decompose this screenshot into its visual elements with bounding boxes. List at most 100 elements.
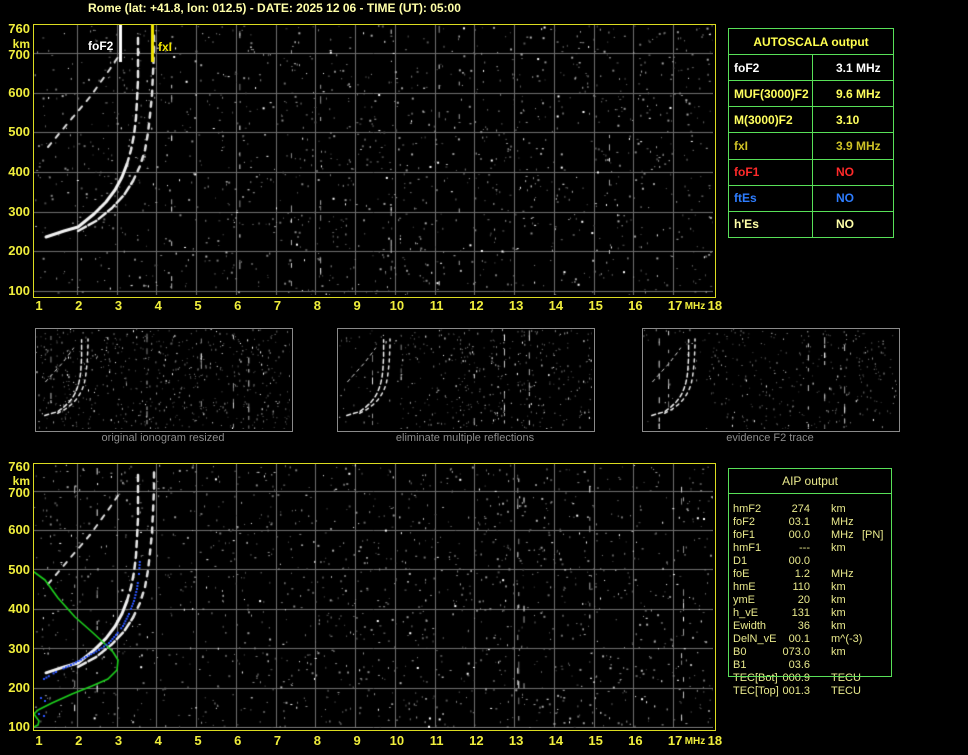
- aip-unit: m^(-3): [831, 633, 863, 645]
- aip-val: 1.2: [794, 568, 810, 580]
- thumbnail-f2-canvas: [643, 329, 897, 429]
- aip-row-ewidth: Ewidth 36 km: [728, 620, 892, 633]
- aip-unit: MHz: [831, 516, 854, 528]
- aip-name: hmF1: [733, 542, 762, 554]
- thumbnail-original-canvas: [36, 329, 290, 429]
- top-x-tick-15: 15: [588, 298, 603, 313]
- top-x-unit-label: MHz: [684, 301, 706, 312]
- bottom-y-tick-600: 600: [8, 522, 30, 537]
- aip-name: h_vE: [733, 607, 759, 619]
- bottom-y-tick-700: 700: [8, 485, 30, 500]
- aip-val: 20: [797, 594, 810, 606]
- caption-f2-trace: evidence F2 trace: [726, 432, 814, 444]
- aip-name: foF2: [733, 516, 756, 528]
- bottom-y-tick-760: 760: [8, 459, 30, 474]
- aip-row-yme: ymE 20 km: [728, 594, 892, 607]
- autoscala-row-ftes: ftEs NO: [729, 185, 893, 212]
- aip-unit: km: [831, 542, 846, 554]
- bottom-x-tick-5: 5: [194, 733, 202, 748]
- autoscala-row-label: foF2: [729, 55, 813, 81]
- aip-val: 03.6: [788, 659, 810, 671]
- top-x-tick-14: 14: [548, 298, 564, 313]
- autoscala-row-value: 9.6 MHz: [836, 86, 881, 101]
- thumbnail-multiple-reflections[interactable]: [337, 328, 595, 432]
- aip-row-hmf1: hmF1 --- km: [728, 542, 892, 555]
- top-ionogram-canvas[interactable]: [34, 25, 713, 295]
- fxi-marker-label: fxI: [158, 40, 173, 54]
- aip-row-b1: B1 03.6: [728, 659, 892, 672]
- fof2-marker-label: foF2: [88, 39, 114, 53]
- top-x-tick-17: 17: [667, 298, 683, 313]
- autoscala-row-muf3000f2: MUF(3000)F2 9.6 MHz: [729, 81, 893, 108]
- autoscala-row-value: NO: [836, 165, 854, 180]
- aip-row-fof2: foF2 03.1 MHz: [728, 516, 892, 529]
- autoscala-row-value: 3.10: [836, 112, 860, 127]
- bottom-y-tick-500: 500: [8, 562, 30, 577]
- aip-name: ymE: [733, 594, 755, 606]
- aip-name: hmE: [733, 581, 756, 593]
- bottom-x-tick-17: 17: [667, 733, 683, 748]
- aip-row-tecbot: TEC[Bot] 000.9 TECU: [728, 672, 892, 685]
- aip-val: 00.0: [788, 529, 810, 541]
- aip-row-hmf2: hmF2 274 km: [728, 503, 892, 516]
- aip-row-b0: B0 073.0 km: [728, 646, 892, 659]
- aip-unit: MHz: [831, 568, 854, 580]
- aip-unit: TECU: [831, 672, 861, 684]
- thumbnail-original-ionogram[interactable]: [35, 328, 293, 432]
- bottom-x-tick-18: 18: [707, 733, 723, 748]
- aip-output-table: AIP output hmF2 274 km foF2 03.1 MHz foF1 00.0 M…: [728, 468, 892, 708]
- caption-original-ionogram: original ionogram resized: [101, 432, 225, 444]
- aip-name: B0: [733, 646, 747, 658]
- bottom-x-tick-13: 13: [508, 733, 524, 748]
- aip-val: 03.1: [788, 516, 810, 528]
- autoscala-row-label: h'Es: [729, 211, 813, 237]
- top-x-tick-9: 9: [353, 298, 361, 313]
- autoscala-row-value: NO: [836, 191, 854, 206]
- top-y-tick-400: 400: [8, 164, 30, 179]
- aip-val: 274: [791, 503, 810, 515]
- aip-val: 073.0: [782, 646, 810, 658]
- bottom-x-tick-4: 4: [154, 733, 162, 748]
- top-x-tick-6: 6: [234, 298, 242, 313]
- aip-val: 00.0: [788, 555, 810, 567]
- autoscala-row-hes: h'Es NO: [729, 211, 893, 237]
- bottom-x-tick-11: 11: [429, 733, 444, 748]
- aip-val: 001.3: [782, 685, 810, 697]
- top-x-tick-5: 5: [194, 298, 202, 313]
- aip-val: 36: [797, 620, 810, 632]
- page-title: Rome (lat: +41.8, lon: 012.5) - DATE: 20…: [88, 1, 461, 15]
- top-x-tick-18: 18: [707, 298, 723, 313]
- bottom-ionogram-canvas[interactable]: [34, 464, 713, 728]
- aip-name: foF1: [733, 529, 756, 541]
- bottom-x-tick-8: 8: [313, 733, 321, 748]
- thumbnail-f2-trace[interactable]: [642, 328, 900, 432]
- app-window: Rome (lat: +41.8, lon: 012.5) - DATE: 20…: [0, 0, 968, 755]
- autoscala-row-value: NO: [836, 217, 854, 232]
- aip-name: hmF2: [733, 503, 762, 515]
- top-y-tick-300: 300: [8, 204, 30, 219]
- aip-val: 000.9: [782, 672, 810, 684]
- thumbnail-reflections-canvas: [338, 329, 592, 429]
- bottom-x-tick-15: 15: [588, 733, 603, 748]
- aip-val: 110: [792, 581, 810, 593]
- autoscala-row-label: foF1: [729, 159, 813, 185]
- bottom-y-tick-300: 300: [8, 641, 30, 656]
- top-y-tick-600: 600: [8, 85, 30, 100]
- autoscala-row-value: 3.9 MHz: [836, 138, 881, 153]
- aip-unit: km: [831, 620, 846, 632]
- top-y-tick-200: 200: [8, 243, 30, 258]
- aip-name: foE: [733, 568, 750, 580]
- aip-unit: km: [831, 646, 846, 658]
- bottom-ionogram-panel: [33, 463, 716, 731]
- autoscala-row-fof1: foF1 NO: [729, 159, 893, 186]
- caption-multiple-reflections: eliminate multiple reflections: [395, 432, 535, 444]
- aip-row-foe: foE 1.2 MHz: [728, 568, 892, 581]
- top-x-tick-1: 1: [35, 298, 43, 313]
- top-y-tick-100: 100: [8, 283, 30, 298]
- aip-row-d1: D1 00.0: [728, 555, 892, 568]
- aip-unit: km: [831, 503, 846, 515]
- aip-name: D1: [733, 555, 748, 567]
- aip-row-tectop: TEC[Top] 001.3 TECU: [728, 685, 892, 698]
- autoscala-row-fxi: fxI 3.9 MHz: [729, 133, 893, 160]
- aip-val: 131: [791, 607, 810, 619]
